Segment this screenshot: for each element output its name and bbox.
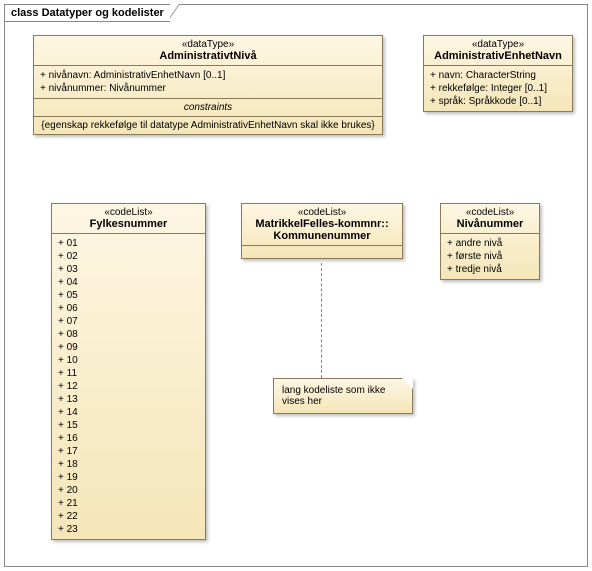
attribute: + 03 xyxy=(58,263,199,276)
stereotype-label: «codeList» xyxy=(447,207,533,218)
attribute: + 10 xyxy=(58,354,199,367)
class-name: Fylkesnummer xyxy=(58,218,199,230)
frame-tab: class Datatyper og kodelister xyxy=(4,4,170,22)
attribute: + 01 xyxy=(58,237,199,250)
constraints-body: {egenskap rekkefølge til datatype Admini… xyxy=(34,117,382,134)
constraints-header: constraints xyxy=(34,99,382,117)
attribute: + 06 xyxy=(58,302,199,315)
attribute: + 19 xyxy=(58,471,199,484)
attribute: + 17 xyxy=(58,445,199,458)
attribute: + 04 xyxy=(58,276,199,289)
attribute: + 02 xyxy=(58,250,199,263)
attribute: + språk: Språkkode [0..1] xyxy=(430,95,566,108)
attribute: + 08 xyxy=(58,328,199,341)
attribute: + 15 xyxy=(58,419,199,432)
attribute: + navn: CharacterString xyxy=(430,69,566,82)
class-name-line2: Kommunenummer xyxy=(248,230,396,242)
attribute: + 23 xyxy=(58,523,199,536)
stereotype-label: «dataType» xyxy=(430,39,566,50)
attribute: + 11 xyxy=(58,367,199,380)
attribute: + rekkefølge: Integer [0..1] xyxy=(430,82,566,95)
attribute: + 05 xyxy=(58,289,199,302)
class-name: Nivånummer xyxy=(447,218,533,230)
class-name-line1: MatrikkelFelles-kommnr:: xyxy=(248,218,396,230)
attribute: + 09 xyxy=(58,341,199,354)
note-link xyxy=(321,263,322,378)
stereotype-label: «codeList» xyxy=(248,207,396,218)
frame-title: class Datatyper og kodelister xyxy=(11,7,164,19)
attribute: + tredje nivå xyxy=(447,263,533,276)
class-name: AdministrativtNivå xyxy=(40,50,376,62)
diagram-frame: class Datatyper og kodelister «dataType»… xyxy=(4,4,588,567)
attribute: + 22 xyxy=(58,510,199,523)
attribute: + 18 xyxy=(58,458,199,471)
class-name: AdministrativEnhetNavn xyxy=(430,50,566,62)
attribute: + 12 xyxy=(58,380,199,393)
datatype-administrativt-nivaa: «dataType» AdministrativtNivå + nivånavn… xyxy=(33,35,383,135)
attribute: + andre nivå xyxy=(447,237,533,250)
note-text: lang kodeliste som ikke vises her xyxy=(282,385,385,407)
attributes-compartment: + andre nivå + første nivå + tredje nivå xyxy=(441,234,539,279)
attribute: + 16 xyxy=(58,432,199,445)
stereotype-label: «codeList» xyxy=(58,207,199,218)
attributes-compartment: + 01+ 02+ 03+ 04+ 05+ 06+ 07+ 08+ 09+ 10… xyxy=(52,234,205,539)
attribute: + 07 xyxy=(58,315,199,328)
note-box: lang kodeliste som ikke vises her xyxy=(273,378,413,414)
codelist-fylkesnummer: «codeList» Fylkesnummer + 01+ 02+ 03+ 04… xyxy=(51,203,206,540)
codelist-nivaanummer: «codeList» Nivånummer + andre nivå + før… xyxy=(440,203,540,280)
attribute: + 21 xyxy=(58,497,199,510)
datatype-administrativ-enhet-navn: «dataType» AdministrativEnhetNavn + navn… xyxy=(423,35,573,112)
attributes-compartment xyxy=(242,246,402,258)
attribute: + nivånavn: AdministrativEnhetNavn [0..1… xyxy=(40,69,376,82)
attributes-compartment: + navn: CharacterString + rekkefølge: In… xyxy=(424,66,572,111)
stereotype-label: «dataType» xyxy=(40,39,376,50)
attribute: + 20 xyxy=(58,484,199,497)
attribute: + nivånummer: Nivånummer xyxy=(40,82,376,95)
attribute: + 14 xyxy=(58,406,199,419)
attribute: + 13 xyxy=(58,393,199,406)
attributes-compartment: + nivånavn: AdministrativEnhetNavn [0..1… xyxy=(34,66,382,99)
attribute: + første nivå xyxy=(447,250,533,263)
codelist-kommunenummer: «codeList» MatrikkelFelles-kommnr:: Komm… xyxy=(241,203,403,259)
